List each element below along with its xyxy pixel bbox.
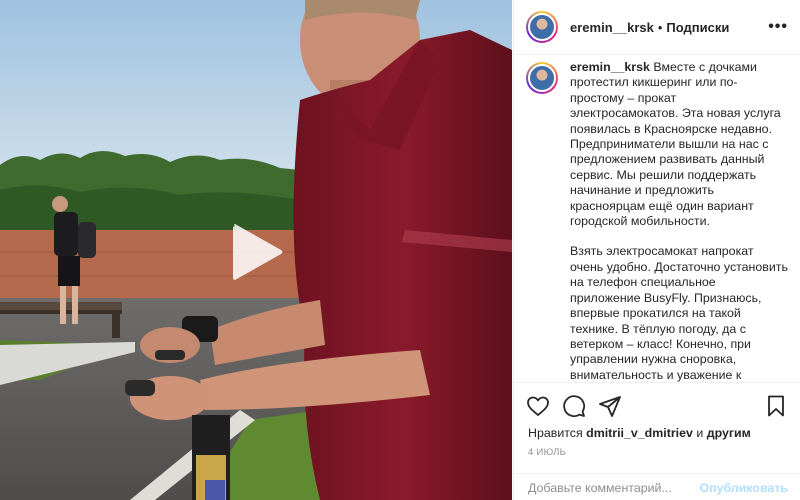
comment-bubble-icon[interactable] (562, 394, 586, 418)
play-button[interactable] (229, 222, 285, 282)
caption-paragraph-2: Взять электросамокат напрокат очень удоб… (570, 244, 788, 382)
paper-plane-icon[interactable] (598, 394, 622, 418)
action-icons-row (514, 383, 800, 421)
play-icon (233, 224, 283, 280)
separator-dot: • (657, 19, 663, 35)
bookmark-icon[interactable] (764, 394, 788, 418)
following-button[interactable]: Подписки (666, 20, 729, 35)
caption-text: eremin__krsk Вместе с дочками протестил … (570, 60, 788, 382)
post-date[interactable]: 4 ИЮЛЬ (514, 441, 800, 459)
header-username-link[interactable]: eremin__krsk (570, 20, 654, 35)
liker-username-link[interactable]: dmitrii_v_dmitriev (586, 426, 693, 440)
video-player[interactable] (0, 0, 512, 500)
caption-paragraph-1: eremin__krsk Вместе с дочками протестил … (570, 60, 788, 229)
comment-form: Опубликовать (514, 473, 800, 500)
caption-paragraph-1-text: Вместе с дочками протестил кикшеринг или… (570, 60, 781, 229)
post-side-panel: eremin__krsk • Подписки ••• eremin__krsk… (513, 0, 800, 500)
more-options-icon[interactable]: ••• (768, 18, 788, 36)
caption-avatar[interactable] (526, 62, 558, 94)
likes-others-link[interactable]: другим (707, 426, 751, 440)
likes-prefix: Нравится (528, 426, 583, 440)
avatar[interactable] (526, 11, 558, 43)
caption-scroll-area[interactable]: eremin__krsk Вместе с дочками протестил … (514, 56, 800, 382)
post-actions-area: Нравится dmitrii_v_dmitriev и другим 4 И… (514, 382, 800, 500)
caption-username-link[interactable]: eremin__krsk (570, 60, 650, 74)
likes-conjunction: и (696, 426, 704, 440)
comment-input[interactable] (528, 480, 700, 495)
caption-row: eremin__krsk Вместе с дочками протестил … (526, 60, 788, 382)
likes-summary: Нравится dmitrii_v_dmitriev и другим (514, 421, 800, 441)
heart-icon[interactable] (526, 394, 550, 418)
post-header: eremin__krsk • Подписки ••• (514, 0, 800, 55)
publish-button[interactable]: Опубликовать (700, 481, 788, 495)
